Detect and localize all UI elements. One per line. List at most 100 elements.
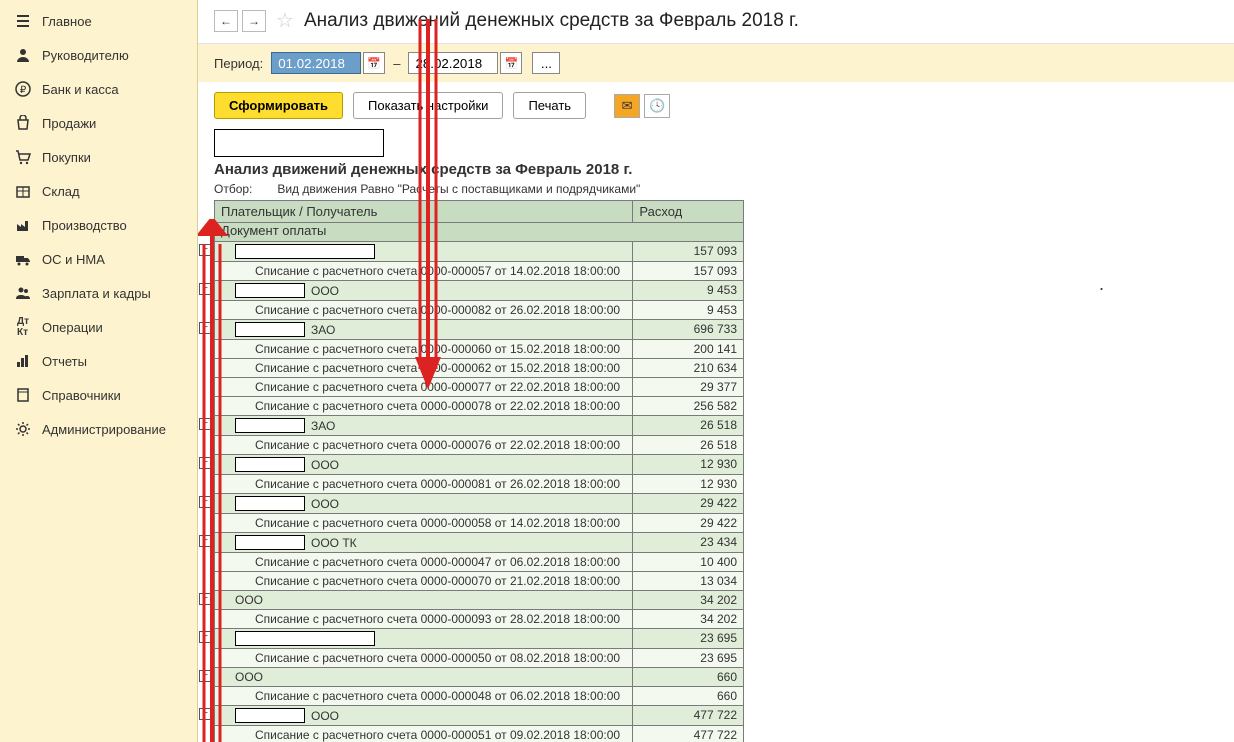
collapse-toggle[interactable]: − bbox=[199, 631, 211, 643]
sidebar-item-label: Отчеты bbox=[42, 354, 87, 369]
report-area: Анализ движений денежных средств за Февр… bbox=[198, 129, 1234, 742]
sidebar-item-label: ОС и НМА bbox=[42, 252, 105, 267]
sidebar-item-purchases[interactable]: Покупки bbox=[0, 140, 197, 174]
detail-row[interactable]: Списание с расчетного счета 0000-000076 … bbox=[215, 436, 743, 455]
column-subheader: Документ оплаты bbox=[215, 223, 743, 242]
group-name-text: ООО bbox=[311, 497, 339, 511]
sidebar-item-hr[interactable]: Зарплата и кадры bbox=[0, 276, 197, 310]
favorite-icon[interactable]: ☆ bbox=[276, 8, 294, 33]
collapse-toggle[interactable]: − bbox=[199, 593, 211, 605]
email-button[interactable]: ✉ bbox=[614, 94, 640, 118]
group-row[interactable]: −ООО34 202 bbox=[215, 591, 743, 610]
collapse-toggle[interactable]: − bbox=[199, 322, 211, 334]
period-to-input[interactable] bbox=[408, 52, 498, 74]
group-value-cell: 696 733 bbox=[633, 320, 743, 339]
group-name-cell: ЗАО bbox=[215, 320, 633, 339]
sidebar-item-label: Руководителю bbox=[42, 48, 129, 63]
group-row[interactable]: −ООО660 bbox=[215, 668, 743, 687]
journal-icon: ДтКт bbox=[14, 318, 32, 336]
chart-icon bbox=[14, 352, 32, 370]
calendar-to-button[interactable]: 📅 bbox=[500, 52, 522, 74]
detail-row[interactable]: Списание с расчетного счета 0000-000062 … bbox=[215, 359, 743, 378]
group-row[interactable]: −ООО477 722 bbox=[215, 706, 743, 726]
detail-value-cell: 9 453 bbox=[633, 301, 743, 319]
sidebar-item-production[interactable]: Производство bbox=[0, 208, 197, 242]
collapse-toggle[interactable]: − bbox=[199, 244, 211, 256]
calendar-from-button[interactable]: 📅 bbox=[363, 52, 385, 74]
column-header-expense: Расход bbox=[633, 201, 743, 222]
detail-row[interactable]: Списание с расчетного счета 0000-000047 … bbox=[215, 553, 743, 572]
svg-text:₽: ₽ bbox=[20, 85, 27, 96]
collapse-toggle[interactable]: − bbox=[199, 670, 211, 682]
period-picker-button[interactable]: ... bbox=[532, 52, 560, 74]
period-from-input[interactable] bbox=[271, 52, 361, 74]
show-settings-button[interactable]: Показать настройки bbox=[353, 92, 503, 119]
collapse-toggle[interactable]: − bbox=[199, 708, 211, 720]
detail-value-cell: 256 582 bbox=[633, 397, 743, 415]
sidebar-item-manager[interactable]: Руководителю bbox=[0, 38, 197, 72]
people-icon bbox=[14, 284, 32, 302]
group-row[interactable]: −23 695 bbox=[215, 629, 743, 649]
collapse-toggle[interactable]: − bbox=[199, 283, 211, 295]
detail-row[interactable]: Списание с расчетного счета 0000-000081 … bbox=[215, 475, 743, 494]
detail-row[interactable]: Списание с расчетного счета 0000-000070 … bbox=[215, 572, 743, 591]
collapse-toggle[interactable]: − bbox=[199, 418, 211, 430]
group-row[interactable]: −ЗАО26 518 bbox=[215, 416, 743, 436]
sidebar-item-warehouse[interactable]: Склад bbox=[0, 174, 197, 208]
detail-row[interactable]: Списание с расчетного счета 0000-000077 … bbox=[215, 378, 743, 397]
time-button[interactable]: 🕓 bbox=[644, 94, 670, 118]
detail-row[interactable]: Списание с расчетного счета 0000-000057 … bbox=[215, 262, 743, 281]
sidebar-item-label: Справочники bbox=[42, 388, 121, 403]
sidebar-item-operations[interactable]: ДтКт Операции bbox=[0, 310, 197, 344]
sidebar-item-bank[interactable]: ₽ Банк и касса bbox=[0, 72, 197, 106]
collapse-toggle[interactable]: − bbox=[199, 496, 211, 508]
sidebar-item-assets[interactable]: ОС и НМА bbox=[0, 242, 197, 276]
group-row[interactable]: −157 093 bbox=[215, 242, 743, 262]
group-row[interactable]: −ООО ТК23 434 bbox=[215, 533, 743, 553]
detail-row[interactable]: Списание с расчетного счета 0000-000093 … bbox=[215, 610, 743, 629]
sidebar-item-main[interactable]: Главное bbox=[0, 4, 197, 38]
group-name-text: ЗАО bbox=[311, 419, 335, 433]
sidebar-item-sales[interactable]: Продажи bbox=[0, 106, 197, 140]
main-content: ← → ☆ Анализ движений денежных средств з… bbox=[198, 0, 1234, 742]
group-value-cell: 12 930 bbox=[633, 455, 743, 474]
group-row[interactable]: −ООО29 422 bbox=[215, 494, 743, 514]
detail-text-cell: Списание с расчетного счета 0000-000050 … bbox=[215, 649, 633, 667]
detail-row[interactable]: Списание с расчетного счета 0000-000082 … bbox=[215, 301, 743, 320]
collapse-toggle[interactable]: − bbox=[199, 457, 211, 469]
detail-row[interactable]: Списание с расчетного счета 0000-000078 … bbox=[215, 397, 743, 416]
detail-text-cell: Списание с расчетного счета 0000-000048 … bbox=[215, 687, 633, 705]
detail-row[interactable]: Списание с расчетного счета 0000-000050 … bbox=[215, 649, 743, 668]
redacted-box bbox=[235, 322, 305, 337]
redacted-box bbox=[235, 708, 305, 723]
back-button[interactable]: ← bbox=[214, 10, 238, 32]
detail-text-cell: Списание с расчетного счета 0000-000058 … bbox=[215, 514, 633, 532]
filter-row: Отбор: Вид движения Равно "Расчеты с пос… bbox=[214, 182, 1218, 196]
group-row[interactable]: −ООО12 930 bbox=[215, 455, 743, 475]
detail-row[interactable]: Списание с расчетного счета 0000-000058 … bbox=[215, 514, 743, 533]
group-row[interactable]: −ЗАО696 733 bbox=[215, 320, 743, 340]
print-button[interactable]: Печать bbox=[513, 92, 586, 119]
sidebar-item-admin[interactable]: Администрирование bbox=[0, 412, 197, 446]
detail-row[interactable]: Списание с расчетного счета 0000-000060 … bbox=[215, 340, 743, 359]
generate-button[interactable]: Сформировать bbox=[214, 92, 343, 119]
detail-text-cell: Списание с расчетного счета 0000-000051 … bbox=[215, 726, 633, 742]
sidebar-item-label: Склад bbox=[42, 184, 80, 199]
collapse-toggle[interactable]: − bbox=[199, 535, 211, 547]
redacted-box bbox=[235, 631, 375, 646]
group-row[interactable]: −ООО9 453 bbox=[215, 281, 743, 301]
filter-value: Вид движения Равно "Расчеты с поставщика… bbox=[277, 182, 640, 196]
redacted-box bbox=[235, 535, 305, 550]
cart-icon bbox=[14, 148, 32, 166]
detail-row[interactable]: Списание с расчетного счета 0000-000048 … bbox=[215, 687, 743, 706]
period-label: Период: bbox=[214, 56, 263, 71]
group-name-cell bbox=[215, 629, 633, 648]
forward-button[interactable]: → bbox=[242, 10, 266, 32]
sidebar-item-references[interactable]: Справочники bbox=[0, 378, 197, 412]
redacted-box bbox=[235, 244, 375, 259]
redacted-header-box bbox=[214, 129, 384, 157]
detail-row[interactable]: Списание с расчетного счета 0000-000051 … bbox=[215, 726, 743, 742]
report-title: Анализ движений денежных средств за Февр… bbox=[214, 161, 1218, 178]
sidebar-item-reports[interactable]: Отчеты bbox=[0, 344, 197, 378]
detail-value-cell: 477 722 bbox=[633, 726, 743, 742]
